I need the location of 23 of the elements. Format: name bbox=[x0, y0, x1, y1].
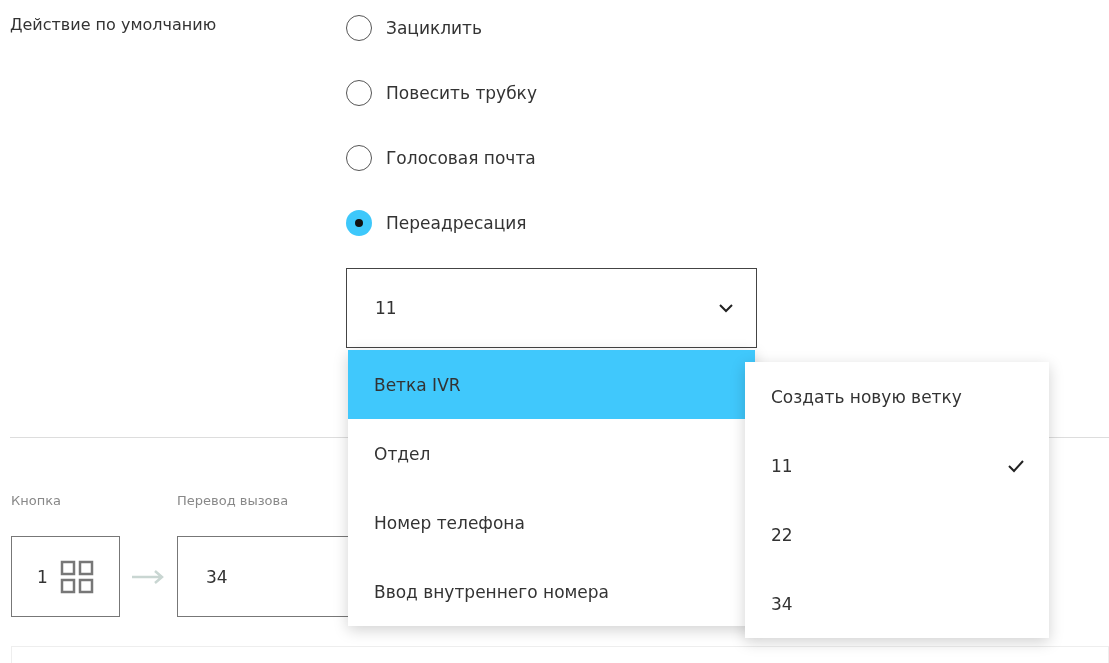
column-label: Перевод вызова bbox=[177, 493, 290, 508]
radio-label[interactable]: Переадресация bbox=[386, 213, 527, 233]
submenu-item-label: 34 bbox=[771, 593, 793, 614]
radio-label[interactable]: Зациклить bbox=[386, 18, 483, 38]
select-value: 11 bbox=[375, 298, 397, 318]
arrow-right-icon bbox=[130, 568, 166, 585]
radio-button[interactable] bbox=[346, 15, 372, 41]
menu-item[interactable]: Ветка IVR bbox=[348, 350, 755, 419]
radio-label[interactable]: Повесить трубку bbox=[386, 83, 537, 103]
key-field[interactable]: 1 bbox=[11, 536, 120, 617]
radio-button[interactable] bbox=[346, 210, 372, 236]
column-label: Кнопка bbox=[11, 493, 62, 508]
field-label: Действие по умолчанию bbox=[10, 14, 218, 36]
radio-button[interactable] bbox=[346, 80, 372, 106]
submenu-item-label: Создать новую ветку bbox=[771, 386, 962, 407]
grid-icon bbox=[59, 559, 94, 594]
radio-label[interactable]: Голосовая почта bbox=[386, 148, 536, 168]
key-value: 1 bbox=[37, 566, 48, 587]
submenu-item-label: 11 bbox=[771, 455, 793, 476]
select-field[interactable]: 11 bbox=[346, 268, 757, 348]
chevron-down-icon bbox=[718, 303, 734, 313]
radio-button[interactable] bbox=[346, 145, 372, 171]
submenu-item-label: 22 bbox=[771, 524, 793, 545]
